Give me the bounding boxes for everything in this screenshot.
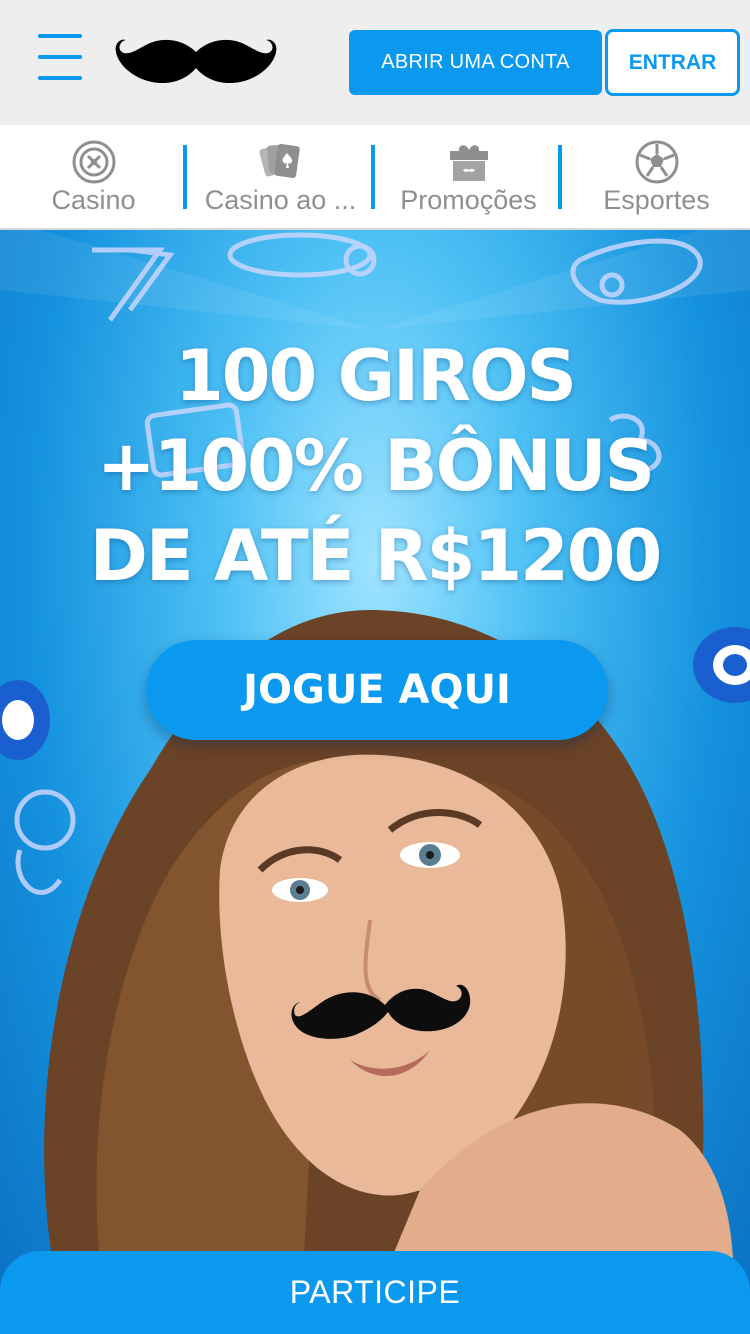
tab-sports[interactable]: Esportes [563, 125, 750, 228]
tab-live-casino[interactable]: Casino ao ... [187, 125, 374, 228]
tab-live-casino-label: Casino ao ... [204, 185, 357, 215]
tab-promotions-label: Promoções [400, 185, 537, 215]
gift-icon [449, 145, 488, 181]
promo-headline-line3: DE ATÉ R$1200 [89, 515, 662, 597]
poker-chip-icon [0, 680, 50, 760]
tab-casino-label: Casino [51, 185, 136, 215]
login-button[interactable]: ENTRAR [605, 29, 740, 96]
participate-button[interactable]: PARTICIPE [0, 1251, 750, 1334]
tab-separator [558, 145, 562, 209]
hamburger-menu-icon[interactable] [36, 32, 84, 82]
playing-cards-icon [258, 144, 300, 178]
tab-sports-label: Esportes [603, 185, 710, 215]
tab-promotions[interactable]: Promoções [375, 125, 562, 228]
roulette-icon [72, 140, 115, 184]
play-here-button[interactable]: JOGUE AQUI [146, 640, 608, 740]
poker-chip-icon [693, 627, 750, 703]
soccer-ball-icon [635, 140, 678, 184]
promo-headline-line1: 100 GIROS [175, 335, 577, 417]
open-account-button[interactable]: ABRIR UMA CONTA [349, 30, 602, 95]
promo-banner[interactable]: 100 GIROS +100% BÔNUS DE ATÉ R$1200 JOGU… [0, 230, 750, 1334]
mustache-logo[interactable] [114, 34, 278, 92]
top-header: ABRIR UMA CONTA ENTRAR [0, 0, 750, 125]
promo-headline-line2: +100% BÔNUS [97, 425, 655, 507]
tab-casino[interactable]: Casino [0, 125, 187, 228]
category-nav: Casino Casino ao ... Promoções Esportes [0, 125, 750, 230]
